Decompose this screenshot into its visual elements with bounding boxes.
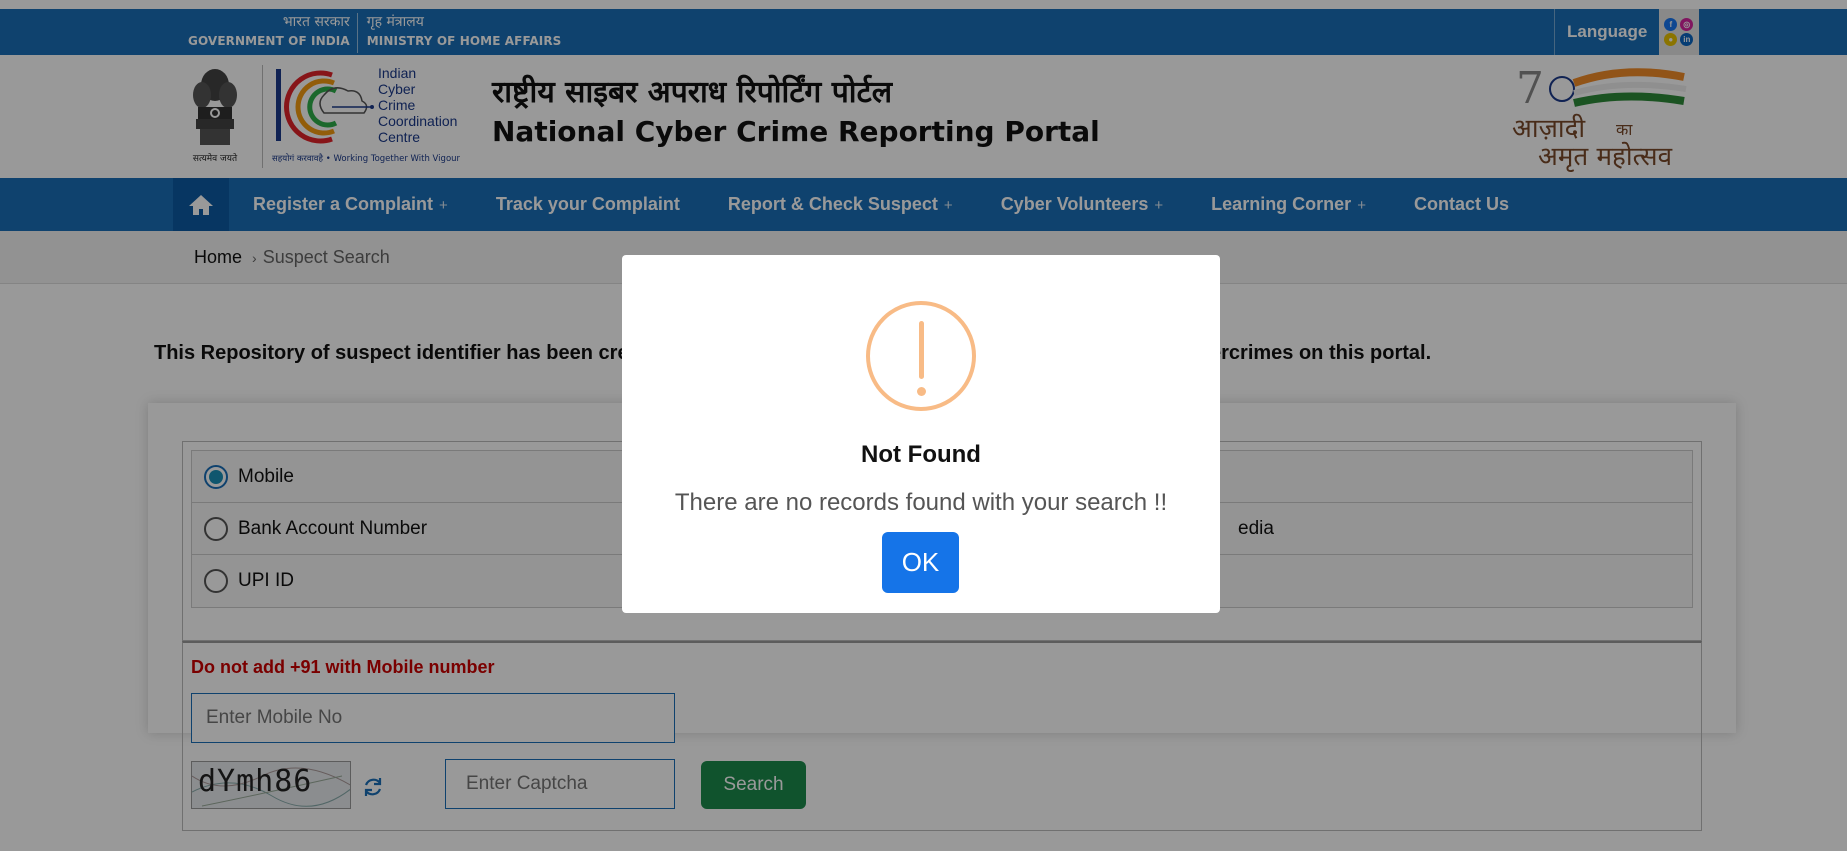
not-found-dialog: Not Found There are no records found wit… [622,255,1220,613]
modal-backdrop[interactable]: Not Found There are no records found wit… [0,0,1847,851]
dialog-title: Not Found [861,441,981,468]
warning-icon-dot [917,387,926,396]
warning-icon-bar [919,321,924,379]
warning-icon [866,301,976,411]
ok-button[interactable]: OK [882,532,959,593]
dialog-message: There are no records found with your sea… [674,489,1168,516]
